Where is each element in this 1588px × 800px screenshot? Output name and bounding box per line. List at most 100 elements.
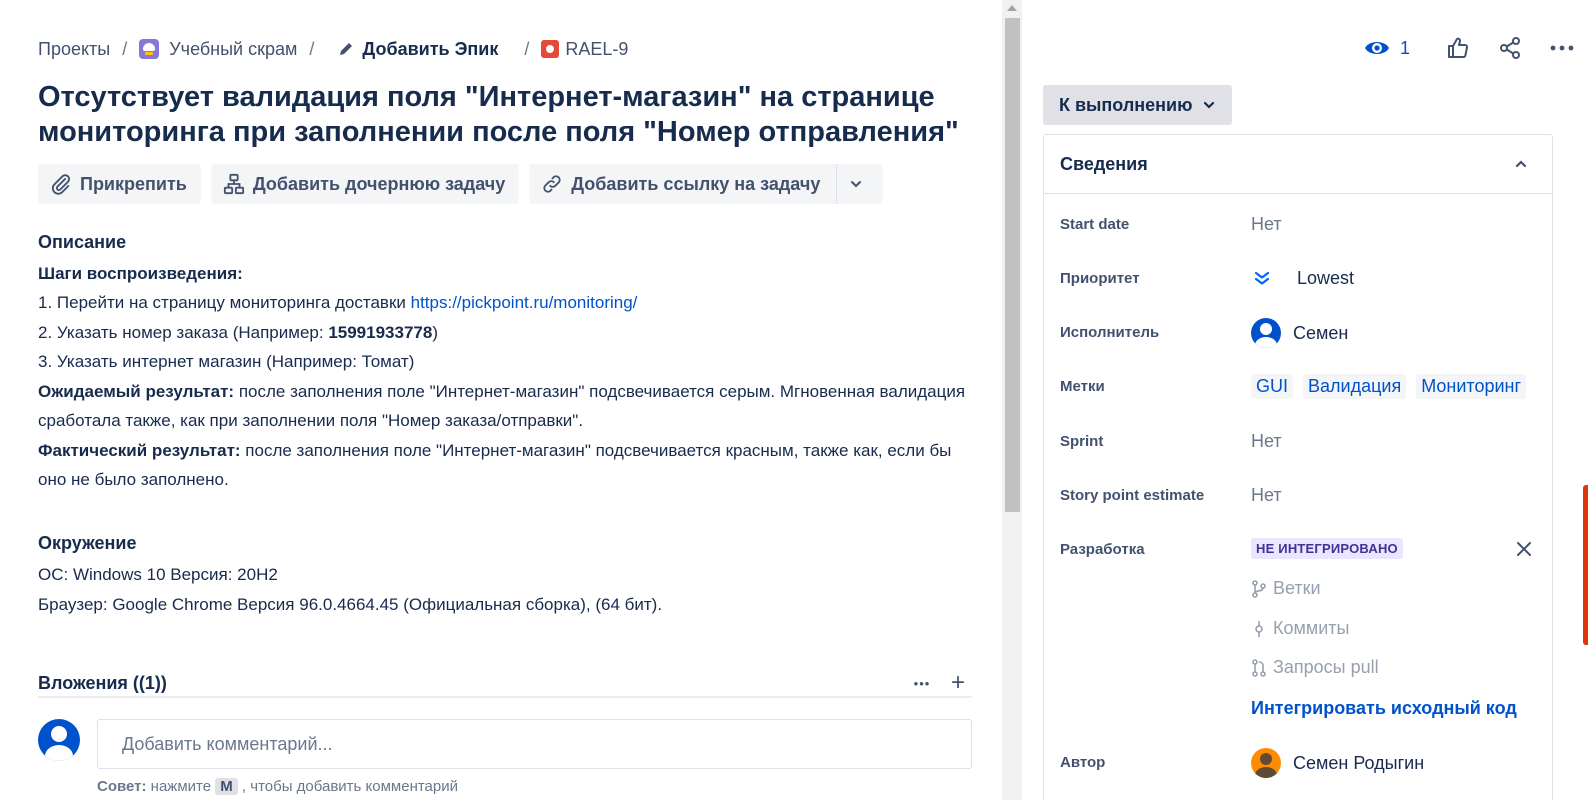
- reporter-name: Семен Родыгин: [1293, 752, 1425, 773]
- link-icon: [543, 175, 561, 193]
- thumbs-up-icon: [1448, 37, 1469, 58]
- sprint-value[interactable]: Нет: [1251, 431, 1282, 452]
- environment-os: ОС: Windows 10 Версия: 20H2: [38, 565, 278, 584]
- step-3: 3. Указать интернет магазин (Например: Т…: [38, 352, 415, 371]
- hierarchy-icon: [223, 173, 244, 195]
- start-date-label: Start date: [1060, 216, 1130, 233]
- attach-button[interactable]: Прикрепить: [38, 164, 201, 204]
- environment-section[interactable]: Окружение ОС: Windows 10 Версия: 20H2 Бр…: [38, 528, 978, 620]
- commits-item: Коммиты: [1251, 618, 1349, 639]
- issue-top-actions: 1: [1336, 30, 1574, 66]
- attachments-title: Вложения ((1)): [38, 672, 167, 693]
- assignee-avatar: [1251, 318, 1281, 348]
- issue-actions-toolbar: Прикрепить Добавить дочернюю задачу Доба…: [38, 164, 884, 204]
- environment-browser: Браузер: Google Chrome Версия 96.0.4664.…: [38, 595, 663, 614]
- assignee-name: Семен: [1293, 322, 1349, 343]
- story-points-value[interactable]: Нет: [1251, 485, 1282, 506]
- breadcrumb-issue[interactable]: RAEL-9: [541, 39, 628, 60]
- project-avatar-icon: [139, 39, 160, 59]
- close-icon[interactable]: [1516, 541, 1532, 557]
- more-icon[interactable]: •••: [908, 676, 936, 691]
- feedback-tab[interactable]: [1583, 485, 1588, 645]
- attach-label: Прикрепить: [80, 173, 187, 194]
- label-chip[interactable]: Мониторинг: [1416, 374, 1527, 399]
- issue-sidebar: 1 К выполнению Сведения Start date Нет П…: [1022, 0, 1588, 800]
- user-avatar: [38, 719, 80, 761]
- breadcrumb-projects[interactable]: Проекты: [38, 39, 110, 60]
- details-header[interactable]: Сведения: [1044, 135, 1552, 194]
- order-number: 15991933778: [328, 322, 433, 342]
- issue-key: RAEL-9: [565, 38, 629, 59]
- chevron-down-icon: [1204, 101, 1215, 109]
- details-panel: Сведения Start date Нет Приоритет Lowest…: [1043, 134, 1553, 800]
- breadcrumb: Проекты / Учебный скрам / Добавить Эпик …: [38, 36, 628, 62]
- share-icon: [1500, 37, 1520, 59]
- reporter-value[interactable]: Семен Родыгин: [1251, 748, 1424, 778]
- integrate-source-code-link[interactable]: Интегрировать исходный код: [1251, 698, 1517, 719]
- breadcrumb-project-label: Учебный скрам: [169, 38, 298, 59]
- priority-label: Приоритет: [1060, 270, 1140, 287]
- paperclip-icon: [51, 174, 71, 195]
- priority-value[interactable]: Lowest: [1251, 268, 1354, 289]
- expected-result: Ожидаемый результат: после заполнения по…: [38, 381, 966, 431]
- add-child-issue-button[interactable]: Добавить дочернюю задачу: [210, 164, 520, 204]
- comment-tip: Совет: нажмите M , чтобы добавить коммен…: [97, 778, 459, 795]
- comment-input[interactable]: Добавить комментарий...: [97, 719, 972, 769]
- add-epic-button[interactable]: Добавить Эпик: [338, 39, 498, 60]
- branches-label: Ветки: [1273, 578, 1321, 598]
- add-attachment-icon[interactable]: +: [944, 669, 972, 697]
- reporter-avatar: [1251, 748, 1281, 778]
- development-value: НЕ ИНТЕГРИРОВАНО: [1251, 538, 1403, 559]
- status-label: К выполнению: [1059, 94, 1193, 115]
- add-epic-label: Добавить Эпик: [362, 38, 499, 59]
- more-actions-button[interactable]: [1550, 44, 1574, 52]
- add-link-label: Добавить ссылку на задачу: [571, 173, 821, 194]
- start-date-value[interactable]: Нет: [1251, 214, 1282, 235]
- attachments-header: Вложения ((1)) ••• +: [38, 669, 972, 698]
- commits-label: Коммиты: [1273, 618, 1350, 638]
- share-button[interactable]: [1498, 36, 1522, 60]
- story-points-label: Story point estimate: [1060, 487, 1205, 504]
- scroll-up-arrow-icon[interactable]: [1007, 5, 1017, 11]
- pull-requests-label: Запросы pull: [1273, 657, 1379, 677]
- pencil-icon: [340, 43, 353, 55]
- breadcrumb-separator: /: [309, 38, 315, 59]
- description-section[interactable]: Описание Шаги воспроизведения: 1. Перейт…: [38, 228, 978, 495]
- breadcrumb-separator: /: [122, 38, 128, 59]
- more-actions-dropdown[interactable]: [836, 164, 884, 204]
- monitoring-link[interactable]: https://pickpoint.ru/monitoring/: [411, 293, 638, 312]
- environment-heading: Окружение: [38, 533, 137, 553]
- labels-value[interactable]: GUI Валидация Мониторинг: [1251, 374, 1536, 399]
- breadcrumb-separator: /: [524, 38, 530, 59]
- add-child-label: Добавить дочернюю задачу: [252, 173, 506, 194]
- commit-icon: [1255, 620, 1263, 637]
- development-label: Разработка: [1060, 541, 1145, 558]
- sprint-label: Sprint: [1060, 433, 1104, 450]
- pull-request-icon: [1252, 658, 1266, 677]
- step-1: 1. Перейти на страницу мониторинга доста…: [38, 293, 638, 312]
- status-dropdown[interactable]: К выполнению: [1043, 85, 1233, 125]
- like-button[interactable]: [1446, 36, 1470, 60]
- description-heading: Описание: [38, 232, 127, 252]
- actual-result: Фактический результат: после заполнения …: [38, 440, 952, 490]
- issue-main-panel: Проекты / Учебный скрам / Добавить Эпик …: [0, 0, 1002, 800]
- more-icon: [1550, 45, 1574, 51]
- issue-title[interactable]: Отсутствует валидация поля "Интернет-маг…: [38, 80, 978, 150]
- branches-item: Ветки: [1251, 578, 1321, 599]
- label-chip[interactable]: GUI: [1251, 374, 1294, 399]
- breadcrumb-project[interactable]: Учебный скрам: [139, 39, 297, 60]
- add-issue-link-button[interactable]: Добавить ссылку на задачу: [529, 164, 837, 204]
- not-integrated-badge: НЕ ИНТЕГРИРОВАНО: [1251, 538, 1403, 559]
- watch-count: 1: [1399, 37, 1410, 58]
- watch-button[interactable]: 1: [1364, 38, 1410, 59]
- bug-icon: [541, 40, 560, 58]
- label-chip[interactable]: Валидация: [1303, 374, 1407, 399]
- priority-text: Lowest: [1297, 268, 1355, 288]
- reporter-label: Автор: [1060, 754, 1106, 771]
- steps-heading: Шаги воспроизведения:: [38, 263, 243, 283]
- eye-icon: [1364, 42, 1389, 54]
- priority-lowest-icon: [1254, 271, 1270, 285]
- assignee-value[interactable]: Семен: [1251, 318, 1348, 348]
- labels-label: Метки: [1060, 378, 1105, 395]
- scrollbar-thumb[interactable]: [1005, 18, 1020, 512]
